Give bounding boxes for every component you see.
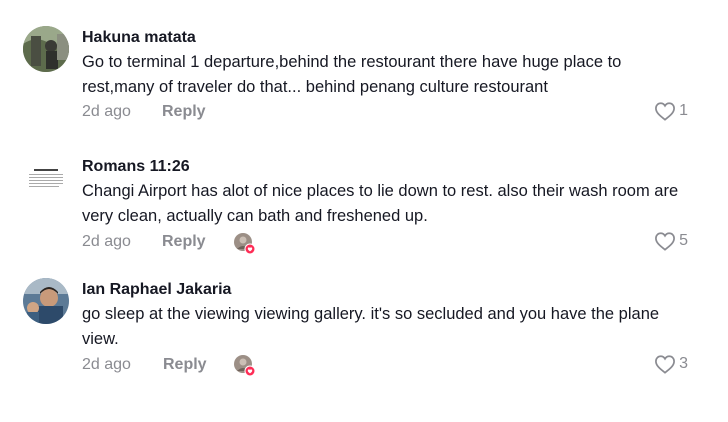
comment-username[interactable]: Romans 11:26 bbox=[82, 158, 190, 176]
avatar[interactable] bbox=[23, 155, 69, 201]
like-count: 1 bbox=[679, 102, 688, 119]
comment-text: Go to terminal 1 departure,behind the re… bbox=[82, 53, 622, 96]
avatar[interactable] bbox=[23, 278, 69, 324]
like-button[interactable]: 5 bbox=[654, 231, 688, 251]
comment-timestamp: 2d ago bbox=[82, 356, 131, 373]
like-button[interactable]: 3 bbox=[654, 354, 688, 374]
comment-list: Hakuna matata Go to terminal 1 departure… bbox=[0, 0, 728, 422]
avatar-image bbox=[23, 155, 69, 201]
reply-button[interactable]: Reply bbox=[162, 103, 206, 121]
creator-liked-badge-icon bbox=[234, 233, 256, 255]
avatar-image bbox=[23, 278, 69, 324]
creator-liked-badge-icon bbox=[234, 355, 256, 377]
heart-outline-icon bbox=[655, 232, 676, 251]
like-count: 3 bbox=[679, 355, 688, 372]
like-button[interactable]: 1 bbox=[654, 101, 688, 121]
comment-timestamp: 2d ago bbox=[82, 103, 131, 120]
like-count: 5 bbox=[679, 232, 688, 249]
comment-text: Changi Airport has alot of nice places t… bbox=[82, 182, 679, 225]
heart-outline-icon bbox=[655, 102, 676, 121]
avatar-image bbox=[23, 26, 69, 72]
reply-button[interactable]: Reply bbox=[163, 356, 207, 374]
heart-outline-icon bbox=[655, 355, 676, 374]
comment-username[interactable]: Ian Raphael Jakaria bbox=[82, 281, 231, 299]
comment-username[interactable]: Hakuna matata bbox=[82, 29, 196, 47]
reply-button[interactable]: Reply bbox=[162, 233, 206, 251]
avatar[interactable] bbox=[23, 26, 69, 72]
comment-text: go sleep at the viewing viewing gallery.… bbox=[82, 305, 660, 348]
comment-timestamp: 2d ago bbox=[82, 233, 131, 250]
